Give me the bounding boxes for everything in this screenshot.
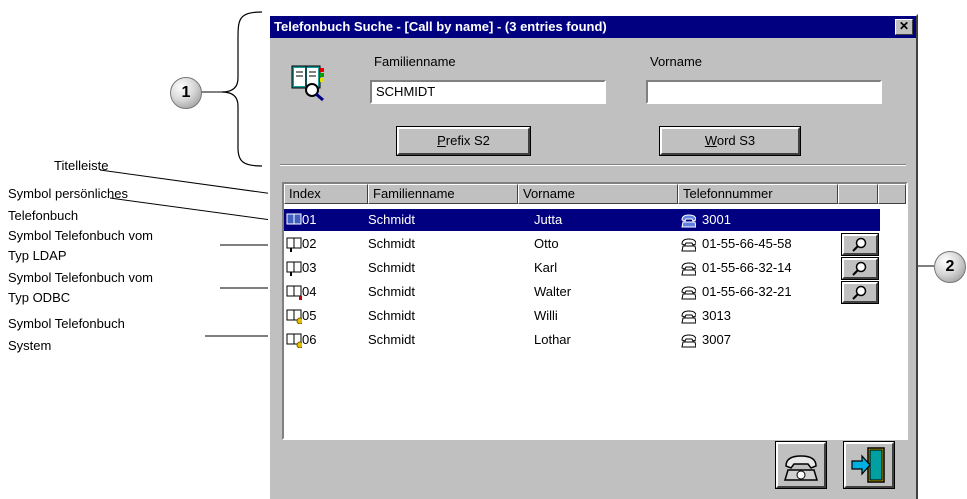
window-title: Telefonbuch Suche - [Call by name] - (3 … xyxy=(274,19,607,34)
row-familienname: Schmidt xyxy=(368,308,415,323)
table-row[interactable]: 06 Schmidt Lothar 3007 xyxy=(284,329,880,351)
callout-1: 1 xyxy=(170,77,202,109)
word-label: ord S3 xyxy=(716,133,756,148)
row-vorname: Lothar xyxy=(534,332,571,347)
lookup-button[interactable] xyxy=(841,257,879,280)
annotation-symbol-ldap-1: Symbol Telefonbuch vom xyxy=(8,228,154,243)
dial-button[interactable] xyxy=(775,441,827,489)
exit-button[interactable] xyxy=(843,441,895,489)
table-row[interactable]: 04 Schmidt Walter 01-55-66-32-21 xyxy=(284,281,880,303)
telephone-icon xyxy=(681,334,696,348)
row-familienname: Schmidt xyxy=(368,236,415,251)
annotation-symbol-ldap-2: Typ LDAP xyxy=(8,248,67,263)
row-index: 01 xyxy=(302,212,317,227)
vorname-field[interactable] xyxy=(646,80,882,104)
annotation-symbol-system-2: System xyxy=(8,338,52,353)
prefix-accel: P xyxy=(437,133,446,148)
magnifier-icon xyxy=(852,285,867,300)
lookup-button[interactable] xyxy=(841,233,879,256)
ldap-phonebook-icon xyxy=(286,237,302,252)
title-bar[interactable]: Telefonbuch Suche - [Call by name] - (3 … xyxy=(270,16,916,38)
word-button[interactable]: Word S3 xyxy=(659,126,801,156)
system-phonebook-icon xyxy=(286,309,302,324)
phonebook-search-icon xyxy=(291,65,324,102)
row-telefonnummer: 01-55-66-32-21 xyxy=(702,284,792,299)
separator xyxy=(280,164,906,166)
telephone-icon xyxy=(681,214,696,228)
system-phonebook-icon xyxy=(286,333,302,348)
vorname-label: Vorname xyxy=(650,54,703,69)
column-header-filler xyxy=(878,184,906,204)
column-header-index[interactable]: Index xyxy=(284,184,368,204)
annotation-titelleiste: Titelleiste xyxy=(54,158,109,173)
row-telefonnummer: 01-55-66-32-14 xyxy=(702,260,792,275)
phonebook-search-window: Telefonbuch Suche - [Call by name] - (3 … xyxy=(268,14,918,499)
odbc-phonebook-icon xyxy=(286,285,302,300)
annotation-symbol-persoenlich-2: Telefonbuch xyxy=(8,208,79,223)
annotation-symbol-persoenlich-1: Symbol persönliches xyxy=(8,186,128,201)
familienname-label: Familienname xyxy=(374,54,456,69)
row-telefonnummer: 3001 xyxy=(702,212,731,227)
table-row[interactable]: 05 Schmidt Willi 3013 xyxy=(284,305,880,327)
row-telefonnummer: 01-55-66-45-58 xyxy=(702,236,792,251)
row-telefonnummer: 3013 xyxy=(702,308,731,323)
magnifier-icon xyxy=(852,237,867,252)
row-index: 03 xyxy=(302,260,317,275)
magnifier-icon xyxy=(852,261,867,276)
personal-phonebook-icon xyxy=(286,213,302,225)
familienname-field[interactable]: SCHMIDT xyxy=(370,80,606,104)
prefix-button[interactable]: Prefix S2 xyxy=(396,126,531,156)
row-familienname: Schmidt xyxy=(368,284,415,299)
row-index: 05 xyxy=(302,308,317,323)
annotation-symbol-system-1: Symbol Telefonbuch xyxy=(8,316,125,331)
row-familienname: Schmidt xyxy=(368,260,415,275)
row-vorname: Karl xyxy=(534,260,558,275)
table-row[interactable]: 02 Schmidt Otto 01-55-66-45-58 xyxy=(284,233,880,255)
row-vorname: Walter xyxy=(534,284,572,299)
column-header-telefonnummer[interactable]: Telefonnummer xyxy=(678,184,838,204)
annotation-symbol-odbc-1: Symbol Telefonbuch vom xyxy=(8,270,154,285)
exit-door-icon xyxy=(851,447,885,483)
row-telefonnummer: 3007 xyxy=(702,332,731,347)
row-vorname: Jutta xyxy=(534,212,563,227)
word-accel: W xyxy=(704,133,717,148)
results-list[interactable]: Index Familienname Vorname Telefonnummer… xyxy=(282,182,908,440)
column-header-vorname[interactable]: Vorname xyxy=(518,184,678,204)
row-familienname: Schmidt xyxy=(368,212,415,227)
table-row[interactable]: 03 Schmidt Karl 01-55-66-32-14 xyxy=(284,257,880,279)
column-header-familienname[interactable]: Familienname xyxy=(368,184,518,204)
column-header-lookup[interactable] xyxy=(838,184,878,204)
row-index: 02 xyxy=(302,236,317,251)
row-vorname: Willi xyxy=(534,308,558,323)
dial-phone-icon xyxy=(783,455,819,481)
prefix-label: refix S2 xyxy=(445,133,490,148)
close-button[interactable]: ✕ xyxy=(895,19,913,35)
telephone-icon xyxy=(681,310,696,324)
telephone-icon xyxy=(681,238,696,252)
annotation-symbol-odbc-2: Typ ODBC xyxy=(8,290,71,305)
row-familienname: Schmidt xyxy=(368,332,415,347)
row-index: 06 xyxy=(302,332,317,347)
telephone-icon xyxy=(681,262,696,276)
ldap-phonebook-icon xyxy=(286,261,302,276)
table-row[interactable]: 01 Schmidt Jutta 3001 xyxy=(284,209,880,231)
callout-2: 2 xyxy=(934,251,966,283)
row-vorname: Otto xyxy=(534,236,559,251)
lookup-button[interactable] xyxy=(841,281,879,304)
row-index: 04 xyxy=(302,284,317,299)
telephone-icon xyxy=(681,286,696,300)
